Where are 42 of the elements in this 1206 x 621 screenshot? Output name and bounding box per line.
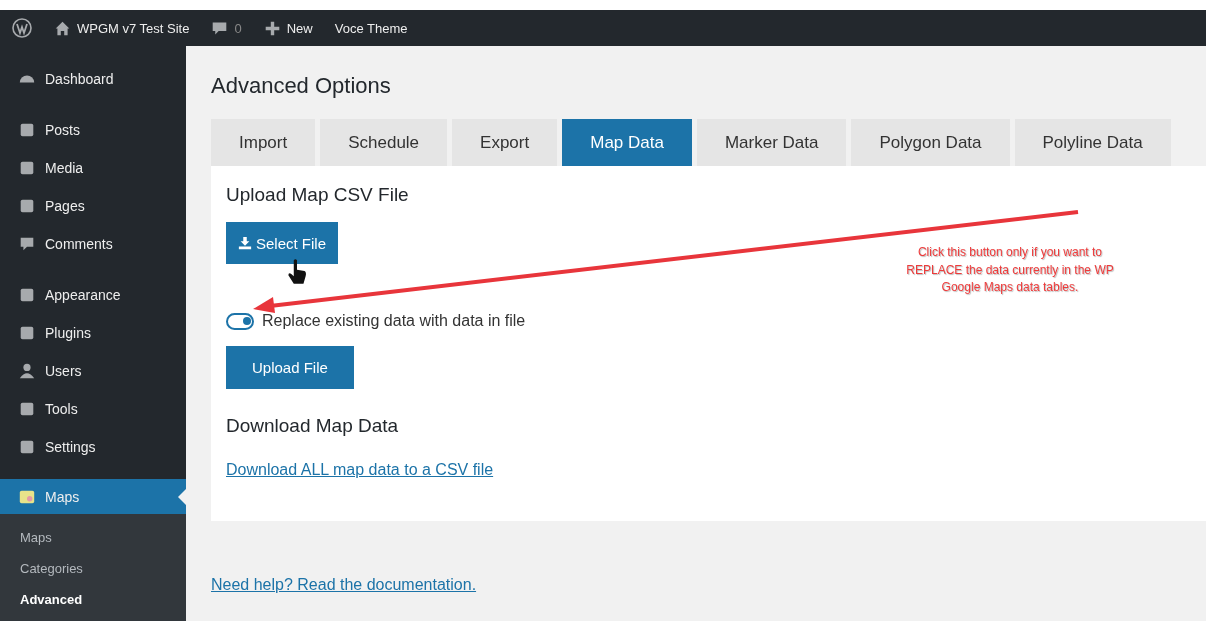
select-file-button[interactable]: Select File xyxy=(226,222,339,264)
submenu-item[interactable]: Advanced xyxy=(0,584,186,615)
annotation-text: Click this button only if you want to REPLACE the data currently in the WP Google Maps data tables. xyxy=(905,244,1115,296)
theme-link[interactable]: Voce Theme xyxy=(334,20,408,36)
speech-bubble-icon xyxy=(18,235,36,253)
submenu-item[interactable]: Maps xyxy=(0,522,186,553)
tab[interactable]: Polyline Data xyxy=(1014,119,1171,166)
menu-item[interactable]: Settings xyxy=(0,428,186,466)
tab[interactable]: Export xyxy=(452,119,558,166)
menu-item[interactable]: Dashboard xyxy=(0,60,186,98)
submenu-item[interactable]: Categories xyxy=(0,553,186,584)
toggle-label: Replace existing data with data in file xyxy=(262,312,526,330)
download-icon xyxy=(238,236,252,250)
tab[interactable]: Map Data xyxy=(562,119,692,166)
new-link[interactable]: New xyxy=(286,20,313,36)
wordpress-logo-icon[interactable] xyxy=(12,18,32,38)
home-icon xyxy=(54,19,71,37)
comment-count[interactable]: 0 xyxy=(234,20,242,36)
menu-item[interactable]: Comments xyxy=(0,225,186,263)
help-link[interactable]: Need help? Read the documentation. xyxy=(211,576,477,594)
toggle-switch[interactable] xyxy=(226,312,254,330)
menu-item[interactable]: Pages xyxy=(0,187,186,225)
menu-item[interactable]: Posts xyxy=(0,111,186,149)
plus-icon xyxy=(263,19,281,37)
site-name-link[interactable]: WPGM v7 Test Site xyxy=(77,20,190,36)
download-link[interactable]: Download ALL map data to a CSV file xyxy=(226,461,494,478)
tab[interactable]: Schedule xyxy=(320,119,448,166)
menu-item[interactable]: Appearance xyxy=(0,276,186,314)
menu-item[interactable]: Users xyxy=(0,352,186,390)
tab[interactable]: Polygon Data xyxy=(851,119,1010,166)
tab[interactable]: Marker Data xyxy=(696,119,847,166)
section-heading: Upload Map CSV File xyxy=(226,184,410,206)
tab[interactable]: Import xyxy=(211,119,316,166)
menu-item[interactable]: Maps xyxy=(0,479,186,514)
menu-item[interactable]: Tools xyxy=(0,390,186,428)
user-icon xyxy=(18,362,36,380)
menu-item[interactable]: Media xyxy=(0,149,186,187)
hand-cursor-icon xyxy=(286,258,308,286)
upload-file-button[interactable]: Upload File xyxy=(226,346,354,389)
section-heading: Download Map Data xyxy=(226,415,400,437)
menu-item[interactable]: Plugins xyxy=(0,314,186,352)
page-title: Advanced Options xyxy=(211,73,392,99)
